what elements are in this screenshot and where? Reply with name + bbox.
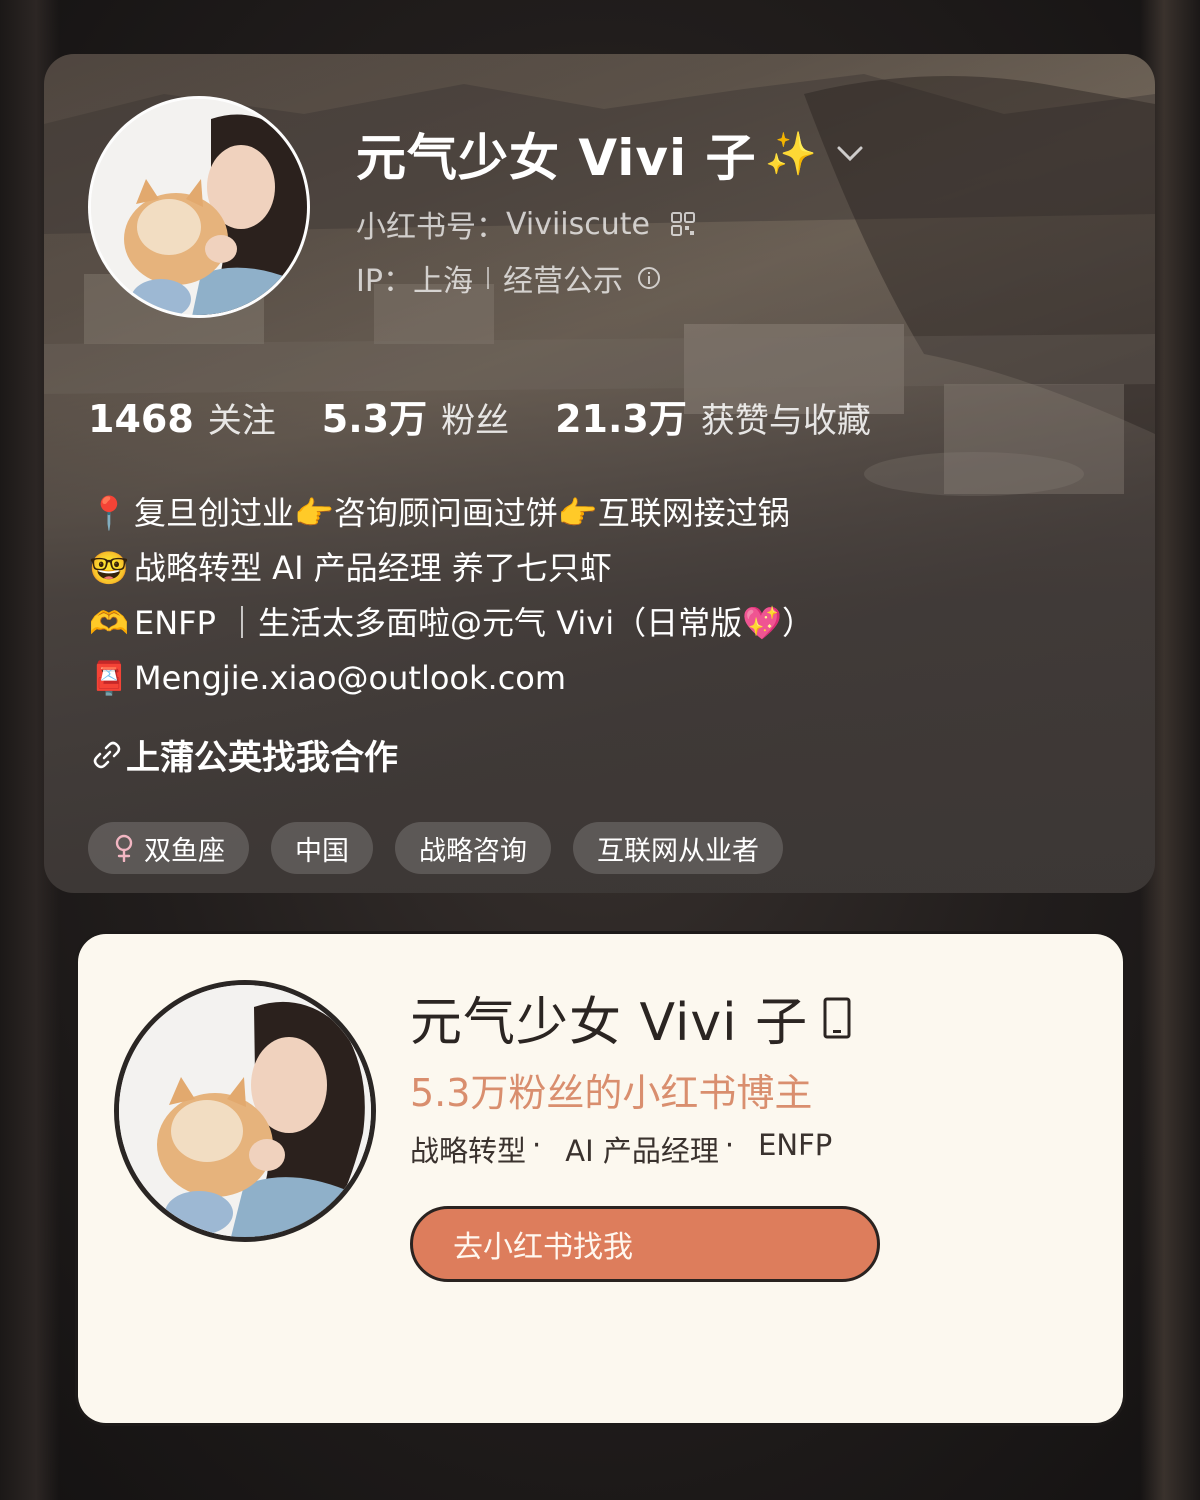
stat-value: 5.3万	[321, 397, 428, 441]
female-icon	[115, 834, 133, 862]
profile-id-value: Viviiscute	[506, 206, 650, 242]
business-info-link[interactable]: 经营公示	[503, 256, 623, 300]
stat-value: 21.3万	[555, 397, 687, 441]
bio-line: 🫶 ENFP ｜生活太多面啦@元气 Vivi（日常版💖）	[89, 596, 814, 651]
separator-dot: ·	[724, 1128, 735, 1162]
bio-email[interactable]: Mengjie.xiao@outlook.com	[134, 651, 566, 706]
share-nickname-text: 元气少女 Vivi 子	[410, 993, 809, 1053]
ip-label: IP：	[356, 264, 413, 299]
bio-line: 📮 Mengjie.xiao@outlook.com	[89, 651, 814, 706]
share-tag: 战略转型	[410, 1134, 527, 1168]
tag-label: 互联网从业者	[597, 835, 759, 867]
collaboration-link-text: 上蒲公英找我合作	[126, 738, 398, 778]
profile-id-label: 小红书号：	[356, 210, 506, 245]
tag-label: 双鱼座	[144, 835, 225, 867]
find-me-button[interactable]: 去小红书找我	[410, 1206, 880, 1282]
tag-label: 战略咨询	[419, 835, 527, 867]
collaboration-link[interactable]: 上蒲公英找我合作	[90, 730, 398, 779]
share-avatar	[114, 980, 376, 1242]
bio-text: 复旦创过业👉咨询顾问画过饼👉互联网接过锅	[134, 494, 790, 532]
share-tag: AI 产品经理	[565, 1134, 719, 1168]
share-tag: ENFP	[758, 1128, 833, 1162]
profile-ip-row: IP： 上海 经营公示	[356, 256, 661, 300]
profile-id-row: 小红书号： Viviiscute	[356, 202, 696, 246]
link-icon	[93, 741, 121, 768]
bio-line: 📍 复旦创过业👉咨询顾问画过饼👉互联网接过锅	[89, 486, 814, 541]
tag-label: 中国	[295, 835, 349, 867]
stat-following[interactable]: 1468 关注	[88, 393, 276, 442]
qr-code-icon[interactable]	[670, 211, 696, 237]
profile-nickname: 元气少女 Vivi 子	[356, 129, 757, 187]
sparkle-icon: ✨	[764, 129, 817, 178]
stat-value: 1468	[88, 397, 194, 441]
bio-line: 🤓 战略转型 AI 产品经理 养了七只虾	[89, 541, 814, 596]
postbox-icon: 📮	[89, 659, 129, 697]
profile-avatar[interactable]	[88, 96, 310, 318]
profile-title-row: 元气少女 Vivi 子 ✨	[356, 118, 865, 190]
share-card: 元气少女 Vivi 子 5.3万粉丝的小红书博主 战略转型 · AI 产品经理 · …	[78, 934, 1123, 1423]
profile-tags: 双鱼座 中国 战略咨询 互联网从业者	[88, 822, 805, 874]
phone-icon	[823, 997, 851, 1038]
profile-header-card: 元气少女 Vivi 子 ✨ 小红书号： Viviiscute IP： 上海 经营…	[44, 54, 1155, 893]
stat-label: 关注	[207, 401, 276, 441]
profile-stats: 1468 关注 5.3万 粉丝 21.3万 获赞与收藏	[88, 388, 917, 443]
info-icon[interactable]	[637, 266, 661, 290]
stat-label: 粉丝	[441, 401, 510, 441]
bio-text: 战略转型 AI 产品经理 养了七只虾	[134, 549, 612, 587]
tag-region[interactable]: 中国	[271, 822, 373, 874]
bio-text: ENFP ｜生活太多面啦@元气 Vivi（日常版💖）	[134, 604, 814, 642]
share-nickname: 元气少女 Vivi 子	[410, 980, 852, 1055]
profile-bio: 📍 复旦创过业👉咨询顾问画过饼👉互联网接过锅 🤓 战略转型 AI 产品经理 养了…	[89, 486, 814, 706]
tag-occupation[interactable]: 互联网从业者	[573, 822, 783, 874]
tag-zodiac[interactable]: 双鱼座	[88, 822, 249, 874]
stat-likes-collects[interactable]: 21.3万 获赞与收藏	[555, 388, 871, 443]
tag-industry[interactable]: 战略咨询	[395, 822, 551, 874]
stat-followers[interactable]: 5.3万 粉丝	[322, 388, 509, 443]
heart-hands-icon: 🫶	[89, 604, 129, 642]
share-subtitle: 5.3万粉丝的小红书博主	[410, 1071, 813, 1115]
nerd-face-icon: 🤓	[89, 549, 129, 587]
divider	[486, 267, 489, 289]
separator-dot: ·	[532, 1128, 542, 1162]
chevron-down-icon[interactable]	[835, 139, 865, 169]
ip-value: 上海	[412, 264, 473, 299]
share-tags: 战略转型 · AI 产品经理 · ENFP	[410, 1128, 832, 1170]
stat-label: 获赞与收藏	[700, 401, 871, 441]
pin-icon: 📍	[89, 494, 129, 532]
